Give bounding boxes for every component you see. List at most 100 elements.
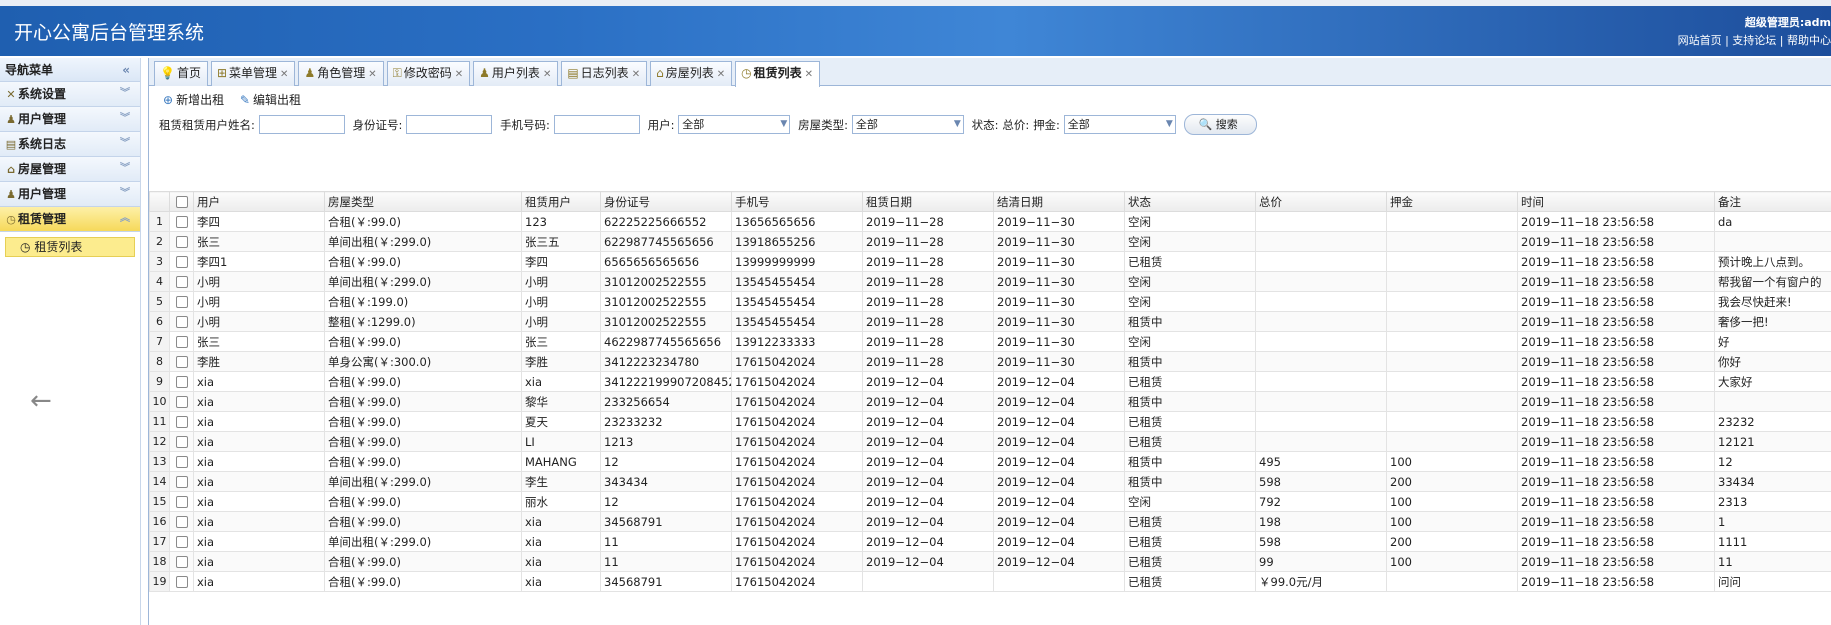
table-row[interactable]: 12 xia 合租(￥:99.0) LI 1213 17615042024 2019−12−… [149, 431, 1831, 452]
table-row[interactable]: 5 小明 合租(￥:199.0) 小明 31012002522555 1354545545… [149, 291, 1831, 312]
row-checkbox-cell[interactable] [169, 551, 194, 572]
table-row[interactable]: 3 李四1 合租(￥:99.0) 李四 6565656565656 13999999999… [149, 251, 1831, 272]
row-checkbox-cell[interactable] [169, 431, 194, 452]
sidebar-item-system-log[interactable]: ▤ 系统日志 ︾ [0, 132, 140, 157]
close-icon[interactable]: ✕ [805, 69, 813, 80]
row-checkbox[interactable] [175, 416, 188, 428]
row-checkbox-cell[interactable] [169, 491, 194, 512]
row-checkbox[interactable] [175, 456, 188, 468]
edit-rental-button[interactable]: ✎ 编辑出租 [240, 86, 301, 114]
sidebar-item-rental-management[interactable]: ◷ 租赁管理 ︽ [0, 207, 140, 232]
row-checkbox[interactable] [175, 436, 188, 448]
row-checkbox[interactable] [175, 576, 188, 588]
row-checkbox-cell[interactable] [169, 371, 194, 392]
house-type-select[interactable]: 全部 ▼ [851, 115, 964, 134]
sidebar-item-user-management-2[interactable]: ♟ 用户管理 ︾ [0, 182, 140, 207]
row-checkbox-cell[interactable] [169, 231, 194, 252]
table-row[interactable]: 1 李四 合租(￥:99.0) 123 62225225666552 1365656565… [149, 211, 1831, 232]
column-header[interactable]: 结清日期 [993, 191, 1125, 212]
row-checkbox[interactable] [175, 356, 188, 368]
sidebar-item-house-management[interactable]: ⌂ 房屋管理 ︾ [0, 157, 140, 182]
table-row[interactable]: 10 xia 合租(￥:99.0) 黎华 233256654 17615042024 201… [149, 391, 1831, 412]
table-row[interactable]: 9 xia 合租(￥:99.0) xia 341222199907208452 17615… [149, 371, 1831, 392]
close-icon[interactable]: ✕ [280, 69, 288, 80]
row-checkbox[interactable] [175, 536, 188, 548]
row-checkbox-cell[interactable] [169, 351, 194, 372]
close-icon[interactable]: ✕ [632, 69, 640, 80]
home-link[interactable]: 网站首页 [1678, 34, 1722, 47]
tab-change-password[interactable]: ⚿ 修改密码 ✕ [386, 61, 471, 86]
table-row[interactable]: 8 李胜 单身公寓(￥:300.0) 李胜 3412223234780 176150420… [149, 351, 1831, 372]
table-row[interactable]: 16 xia 合租(￥:99.0) xia 34568791 17615042024 201… [149, 511, 1831, 532]
row-checkbox-cell[interactable] [169, 391, 194, 412]
user-select[interactable]: 全部 ▼ [678, 115, 791, 134]
tab-rental-list[interactable]: ◷ 租赁列表 ✕ [735, 61, 820, 87]
tab-log-list[interactable]: ▤ 日志列表 ✕ [561, 61, 648, 86]
column-header[interactable]: 用户 [193, 191, 325, 212]
row-checkbox-cell[interactable] [169, 251, 194, 272]
table-row[interactable]: 2 张三 单间出租(￥:299.0) 张三五 622987745565656 139186… [149, 231, 1831, 252]
tab-menu-management[interactable]: ⊞ 菜单管理 ✕ [210, 61, 296, 86]
row-checkbox-cell[interactable] [169, 211, 194, 232]
column-header[interactable]: 租赁用户 [521, 191, 601, 212]
table-row[interactable]: 7 张三 合租(￥:99.0) 张三 4622987745565656 139122333… [149, 331, 1831, 352]
row-checkbox-cell[interactable] [169, 451, 194, 472]
collapse-icon[interactable]: « [122, 58, 130, 82]
name-input[interactable] [258, 115, 345, 134]
close-icon[interactable]: ✕ [543, 69, 551, 80]
tab-house-list[interactable]: ⌂ 房屋列表 ✕ [650, 61, 733, 86]
row-checkbox[interactable] [175, 556, 188, 568]
table-row[interactable]: 6 小明 整租(￥:1299.0) 小明 31012002522555 135454554… [149, 311, 1831, 332]
column-header[interactable]: 手机号 [731, 191, 863, 212]
close-icon[interactable]: ✕ [717, 69, 725, 80]
close-icon[interactable]: ✕ [455, 69, 463, 80]
row-checkbox[interactable] [175, 496, 188, 508]
tab-home[interactable]: 💡 首页 [154, 61, 208, 86]
table-row[interactable]: 11 xia 合租(￥:99.0) 夏天 23233232 17615042024 2019… [149, 411, 1831, 432]
row-checkbox[interactable] [175, 396, 188, 408]
sidebar-subitem-rental-list[interactable]: ◷ 租赁列表 [5, 237, 135, 257]
help-link[interactable]: 帮助中心 [1787, 34, 1831, 47]
column-header[interactable]: 总价 [1255, 191, 1387, 212]
row-checkbox-cell[interactable] [169, 531, 194, 552]
row-checkbox-cell[interactable] [169, 331, 194, 352]
back-arrow-icon[interactable]: ← [30, 386, 52, 416]
table-row[interactable]: 4 小明 单间出租(￥:299.0) 小明 31012002522555 13545455… [149, 271, 1831, 292]
row-checkbox-cell[interactable] [169, 311, 194, 332]
column-header[interactable]: 时间 [1517, 191, 1715, 212]
table-row[interactable]: 19 xia 合租(￥:99.0) xia 34568791 17615042024 已租赁… [149, 571, 1831, 592]
sidebar-item-system-settings[interactable]: ✕ 系统设置 ︾ [0, 82, 140, 107]
column-header[interactable]: 押金 [1386, 191, 1518, 212]
column-header[interactable]: 备注 [1714, 191, 1831, 212]
column-header[interactable]: 身份证号 [600, 191, 732, 212]
row-checkbox[interactable] [175, 256, 188, 268]
tab-role-management[interactable]: ♟ 角色管理 ✕ [298, 61, 384, 86]
column-header[interactable]: 状态 [1124, 191, 1256, 212]
tab-user-list[interactable]: ♟ 用户列表 ✕ [473, 61, 559, 86]
table-row[interactable]: 13 xia 合租(￥:99.0) MAHANG 12 17615042024 2019−1… [149, 451, 1831, 472]
row-checkbox[interactable] [175, 296, 188, 308]
table-row[interactable]: 18 xia 合租(￥:99.0) xia 11 17615042024 2019−12−0… [149, 551, 1831, 572]
select-all-checkbox-cell[interactable] [169, 191, 194, 212]
row-checkbox-cell[interactable] [169, 271, 194, 292]
row-checkbox[interactable] [175, 376, 188, 388]
row-checkbox[interactable] [175, 276, 188, 288]
table-row[interactable]: 14 xia 单间出租(￥:299.0) 李生 343434 17615042024 201… [149, 471, 1831, 492]
row-checkbox[interactable] [175, 516, 188, 528]
row-checkbox-cell[interactable] [169, 411, 194, 432]
row-checkbox-cell[interactable] [169, 471, 194, 492]
table-row[interactable]: 15 xia 合租(￥:99.0) 丽水 12 17615042024 2019−12−04… [149, 491, 1831, 512]
id-input[interactable] [406, 115, 493, 134]
row-checkbox-cell[interactable] [169, 571, 194, 592]
select-all-checkbox[interactable] [175, 196, 188, 208]
phone-input[interactable] [553, 115, 640, 134]
sidebar-item-user-management[interactable]: ♟ 用户管理 ︾ [0, 107, 140, 132]
table-row[interactable]: 17 xia 单间出租(￥:299.0) xia 11 17615042024 2019−1… [149, 531, 1831, 552]
search-button[interactable]: 🔍 搜索 [1183, 114, 1257, 135]
row-checkbox[interactable] [175, 316, 188, 328]
column-header[interactable]: 租赁日期 [862, 191, 994, 212]
row-checkbox[interactable] [175, 216, 188, 228]
add-rental-button[interactable]: ⊕ 新增出租 [163, 86, 224, 114]
row-checkbox-cell[interactable] [169, 291, 194, 312]
deposit-select[interactable]: 全部 ▼ [1063, 115, 1176, 134]
